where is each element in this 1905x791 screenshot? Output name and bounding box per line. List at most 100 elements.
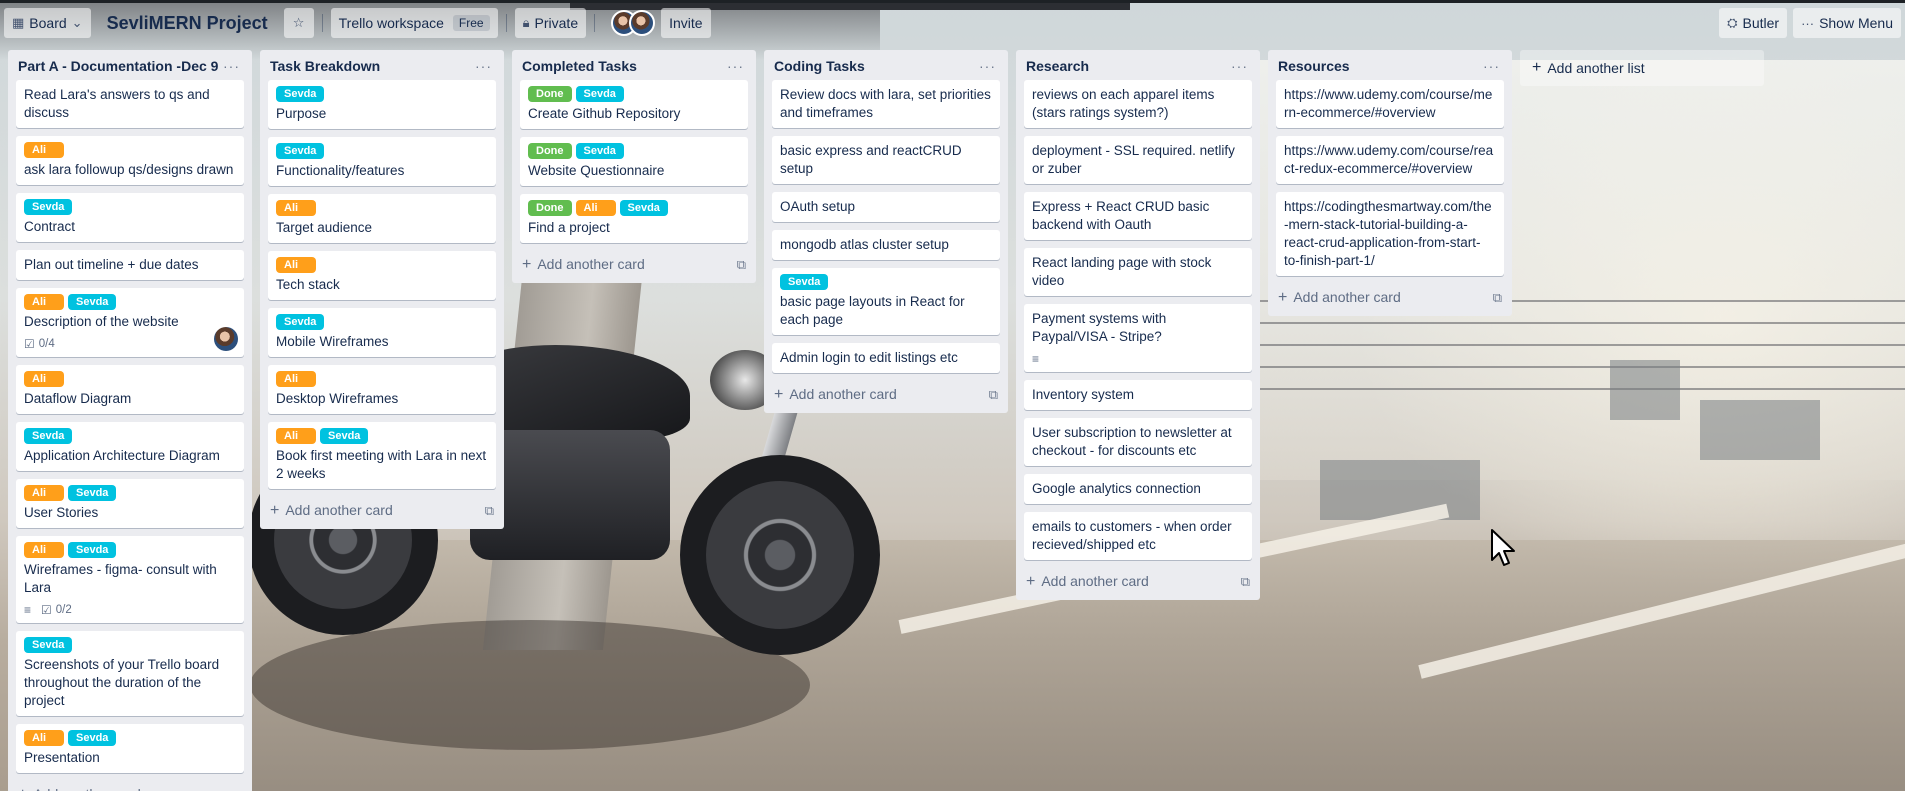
label-done[interactable]: Done: [528, 200, 572, 216]
card[interactable]: Google analytics connection: [1024, 474, 1252, 504]
card[interactable]: Sevda Application Architecture Diagram: [16, 422, 244, 471]
label-sevda[interactable]: Sevda: [24, 637, 73, 653]
card[interactable]: Done Sevda Create Github Repository: [520, 80, 748, 129]
board-view-switcher[interactable]: ▦ Board ⌄: [4, 8, 91, 38]
label-sevda[interactable]: Sevda: [276, 86, 325, 102]
list-title[interactable]: Coding Tasks: [774, 58, 865, 74]
card[interactable]: Review docs with lara, set priorities an…: [772, 80, 1000, 128]
label-sevda[interactable]: Sevda: [619, 200, 668, 216]
card[interactable]: deployment - SSL required. netlify or zu…: [1024, 136, 1252, 184]
add-card-action[interactable]: + Add another card: [774, 386, 897, 404]
card[interactable]: Ali Target audience: [268, 194, 496, 243]
card-template-icon[interactable]: ⧉: [233, 787, 242, 791]
card[interactable]: Inventory system: [1024, 380, 1252, 410]
card[interactable]: React landing page with stock video: [1024, 248, 1252, 296]
label-done[interactable]: Done: [528, 143, 572, 159]
list-menu-button[interactable]: ···: [1227, 58, 1252, 74]
card[interactable]: mongodb atlas cluster setup: [772, 230, 1000, 260]
show-menu-button[interactable]: ··· Show Menu: [1793, 8, 1901, 38]
card[interactable]: https://www.udemy.com/course/mern-ecomme…: [1276, 80, 1504, 128]
label-ali[interactable]: Ali: [276, 371, 316, 387]
card[interactable]: Ali Dataflow Diagram: [16, 365, 244, 414]
add-card-button[interactable]: + Add another card ⧉: [764, 381, 1008, 409]
add-card-button[interactable]: + Add another card ⧉: [1016, 568, 1260, 596]
card[interactable]: emails to customers - when order recieve…: [1024, 512, 1252, 560]
label-sevda[interactable]: Sevda: [68, 485, 117, 501]
label-ali[interactable]: Ali: [276, 200, 316, 216]
card[interactable]: reviews on each apparel items (stars rat…: [1024, 80, 1252, 128]
label-done[interactable]: Done: [528, 86, 572, 102]
star-board-button[interactable]: ☆: [283, 8, 314, 38]
card[interactable]: Ali Tech stack: [268, 251, 496, 300]
add-card-button[interactable]: + Add another card ⧉: [512, 251, 756, 279]
label-sevda[interactable]: Sevda: [24, 428, 73, 444]
card-template-icon[interactable]: ⧉: [485, 503, 494, 519]
card[interactable]: Sevda Contract: [16, 193, 244, 242]
add-card-action[interactable]: + Add another card: [270, 502, 393, 520]
card[interactable]: Sevda Functionality/features: [268, 137, 496, 186]
visibility-button[interactable]: 🔒︎ Private: [514, 8, 587, 38]
label-ali[interactable]: Ali: [575, 200, 616, 216]
label-sevda[interactable]: Sevda: [276, 143, 325, 159]
card[interactable]: https://www.udemy.com/course/react-redux…: [1276, 136, 1504, 184]
list-menu-button[interactable]: ···: [471, 58, 496, 74]
add-card-action[interactable]: + Add another card: [522, 256, 645, 274]
card[interactable]: basic express and reactCRUD setup: [772, 136, 1000, 184]
label-ali[interactable]: Ali: [24, 730, 64, 746]
label-sevda[interactable]: Sevda: [575, 143, 624, 159]
list-menu-button[interactable]: ···: [975, 58, 1000, 74]
card[interactable]: Sevda basic page layouts in React for eac…: [772, 268, 1000, 335]
card[interactable]: Sevda Screenshots of your Trello board th…: [16, 631, 244, 716]
label-sevda[interactable]: Sevda: [68, 730, 117, 746]
card[interactable]: Express + React CRUD basic backend with …: [1024, 192, 1252, 240]
card-member-avatar[interactable]: [214, 327, 238, 351]
workspace-button[interactable]: Trello workspace Free: [330, 8, 498, 38]
card[interactable]: Admin login to edit listings etc: [772, 343, 1000, 373]
card[interactable]: User subscription to newsletter at check…: [1024, 418, 1252, 466]
card-template-icon[interactable]: ⧉: [989, 387, 998, 403]
card[interactable]: https://codingthesmartway.com/the-mern-s…: [1276, 192, 1504, 276]
label-ali[interactable]: Ali: [276, 428, 316, 444]
board-title[interactable]: SevliMERN Project: [97, 8, 278, 38]
label-ali[interactable]: Ali: [24, 542, 64, 558]
list-menu-button[interactable]: ···: [1479, 58, 1504, 74]
add-card-button[interactable]: + Add another card ⧉: [8, 781, 252, 791]
label-sevda[interactable]: Sevda: [575, 86, 624, 102]
list-menu-button[interactable]: ···: [723, 58, 748, 74]
card[interactable]: Read Lara's answers to qs and discuss: [16, 80, 244, 128]
card[interactable]: Sevda Purpose: [268, 80, 496, 129]
card-template-icon[interactable]: ⧉: [1493, 290, 1502, 306]
list-title[interactable]: Task Breakdown: [270, 58, 380, 74]
label-sevda[interactable]: Sevda: [24, 199, 73, 215]
card[interactable]: Ali Sevda Book first meeting with Lara in …: [268, 422, 496, 489]
member-avatar[interactable]: [629, 10, 656, 36]
add-card-action[interactable]: + Add another card: [1278, 289, 1401, 307]
card[interactable]: Ali Sevda Presentation: [16, 724, 244, 773]
card[interactable]: Ali Desktop Wireframes: [268, 365, 496, 414]
card[interactable]: Plan out timeline + due dates: [16, 250, 244, 280]
list-menu-button[interactable]: ···: [219, 58, 244, 74]
card[interactable]: OAuth setup: [772, 192, 1000, 222]
butler-button[interactable]: ⛭ Butler: [1719, 8, 1788, 38]
add-card-action[interactable]: + Add another card: [18, 786, 141, 791]
label-ali[interactable]: Ali: [24, 294, 64, 310]
label-sevda[interactable]: Sevda: [780, 274, 829, 290]
card[interactable]: Done Sevda Website Questionnaire: [520, 137, 748, 186]
label-sevda[interactable]: Sevda: [68, 294, 117, 310]
list-title[interactable]: Resources: [1278, 58, 1350, 74]
label-sevda[interactable]: Sevda: [320, 428, 369, 444]
label-ali[interactable]: Ali: [24, 142, 64, 158]
add-card-button[interactable]: + Add another card ⧉: [260, 497, 504, 525]
label-sevda[interactable]: Sevda: [276, 314, 325, 330]
card[interactable]: Done Ali Sevda Find a project: [520, 194, 748, 243]
card[interactable]: Payment systems with Paypal/VISA - Strip…: [1024, 304, 1252, 372]
label-ali[interactable]: Ali: [24, 371, 64, 387]
card-template-icon[interactable]: ⧉: [1241, 574, 1250, 590]
list-title[interactable]: Completed Tasks: [522, 58, 637, 74]
invite-button[interactable]: Invite: [661, 8, 711, 38]
add-card-action[interactable]: + Add another card: [1026, 573, 1149, 591]
add-card-button[interactable]: + Add another card ⧉: [1268, 284, 1512, 312]
list-title[interactable]: Part A - Documentation -Dec 9: [18, 58, 218, 74]
list-title[interactable]: Research: [1026, 58, 1089, 74]
card[interactable]: Ali Sevda Wireframes - figma- consult with…: [16, 536, 244, 623]
